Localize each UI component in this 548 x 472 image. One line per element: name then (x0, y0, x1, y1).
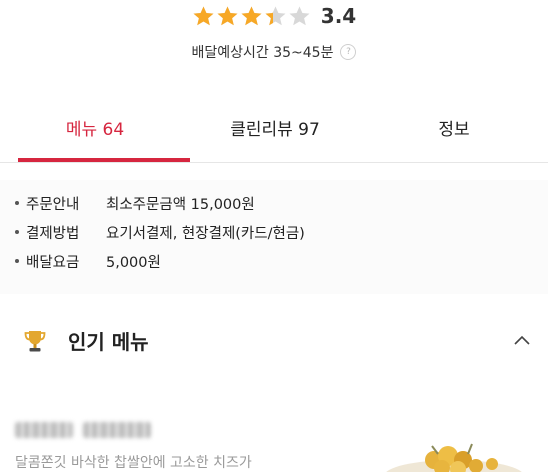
star-icon (240, 5, 263, 28)
info-key: 주문안내 (26, 196, 80, 213)
popular-menu-title: 인기 메뉴 (68, 330, 149, 354)
menu-item-photo[interactable] (372, 432, 522, 472)
rating-stars (192, 5, 311, 28)
info-row-delivery-fee: 배달요금 5,000원 (15, 248, 161, 274)
star-icon (288, 5, 311, 28)
star-icon (192, 5, 215, 28)
info-row-order: 주문안내 최소주문금액 15,000원 (15, 190, 255, 216)
bullet-icon (15, 201, 19, 205)
tab-info[interactable]: 정보 (360, 92, 548, 162)
menu-item-description: 달콤쫀깃 바삭한 찹쌀안에 고소한 치즈가 (15, 455, 252, 471)
help-icon[interactable]: ? (340, 44, 357, 60)
delivery-time-label: 배달예상시간 35~45분 (191, 45, 334, 61)
info-value: 5,000원 (106, 254, 161, 271)
trophy-icon (24, 331, 46, 352)
info-value: 요기서결제, 현장결제(카드/현금) (106, 225, 305, 242)
popular-menu-header[interactable]: 인기 메뉴 (0, 320, 548, 360)
active-tab-indicator (18, 158, 190, 162)
tab-menu[interactable]: 메뉴 64 (0, 92, 190, 162)
chevron-up-icon[interactable] (512, 332, 532, 348)
info-value: 최소주문금액 15,000원 (106, 196, 255, 213)
bullet-icon (15, 259, 19, 263)
info-row-payment: 결제방법 요기서결제, 현장결제(카드/현금) (15, 219, 305, 245)
info-key: 결제방법 (26, 225, 80, 242)
rating-row: 3.4 (0, 0, 548, 32)
info-key: 배달요금 (26, 254, 80, 271)
delivery-time: 배달예상시간 35~45분 ? (0, 40, 548, 64)
menu-item-name-blurred (15, 422, 170, 442)
star-icon (264, 5, 287, 28)
bullet-icon (15, 230, 19, 234)
tab-clean-review[interactable]: 클린리뷰 97 (180, 92, 370, 162)
tab-bar: 메뉴 64 클린리뷰 97 정보 (0, 92, 548, 163)
star-icon (216, 5, 239, 28)
rating-value: 3.4 (320, 4, 357, 28)
